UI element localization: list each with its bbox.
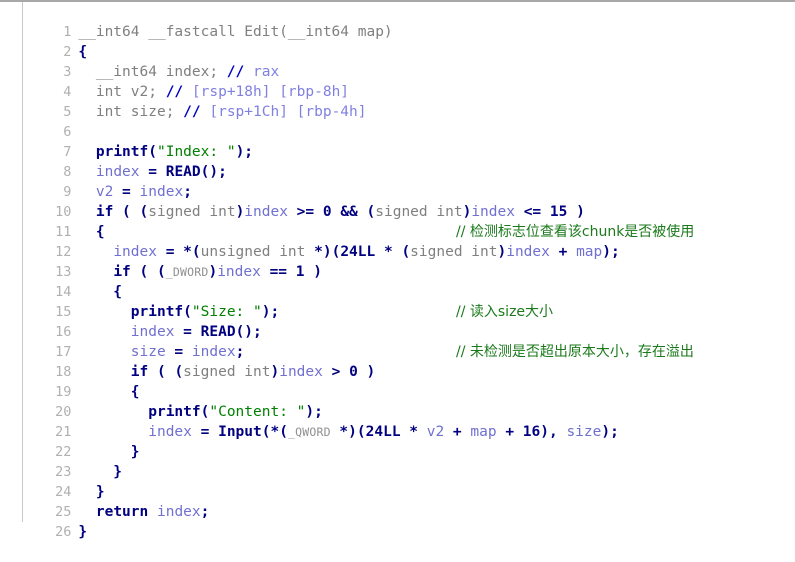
- code-line[interactable]: 10 if ( (signed int)index >= 0 && (signe…: [0, 182, 795, 220]
- pseudocode-view[interactable]: 1 __int64 __fastcall Edit(__int64 map) 2{…: [0, 0, 795, 540]
- code-line[interactable]: 8 index = READ();: [0, 142, 795, 180]
- code-line[interactable]: 17 size = index;: [0, 322, 795, 360]
- user-comment-line16: // 读入size大小: [456, 304, 554, 320]
- code-line[interactable]: 2{: [0, 22, 795, 60]
- code-line[interactable]: 11 {: [0, 202, 795, 240]
- code-line[interactable]: 23 }: [0, 442, 795, 480]
- user-comment-line18: // 未检测是否超出原本大小，存在溢出: [456, 344, 694, 360]
- code-line[interactable]: 16 index = READ(); // 读入size大小: [0, 302, 795, 340]
- code-line[interactable]: 14 {: [0, 262, 795, 300]
- code-line[interactable]: 22 }: [0, 422, 795, 460]
- code-line[interactable]: 15 printf("Size: ");: [0, 282, 795, 320]
- code-line[interactable]: 18 if ( (signed int)index > 0 ) // 未检测是否…: [0, 342, 795, 380]
- code-line[interactable]: 12 index = *(unsigned int *)(24LL * (sig…: [0, 222, 795, 260]
- code-line-list: 1 __int64 __fastcall Edit(__int64 map) 2{…: [0, 2, 795, 540]
- token-brace: }: [78, 524, 88, 540]
- code-line[interactable]: 19 {: [0, 362, 795, 400]
- code-line[interactable]: 6: [0, 102, 795, 140]
- code-line[interactable]: 20 printf("Content: ");: [0, 382, 795, 420]
- line-number: 26: [55, 524, 72, 540]
- code-line[interactable]: 3 __int64 index; // rax: [0, 42, 795, 80]
- code-line[interactable]: 25 return index;: [0, 482, 795, 520]
- code-line[interactable]: 7 printf("Index: ");: [0, 122, 795, 160]
- code-line[interactable]: 24 }: [0, 462, 795, 500]
- code-line[interactable]: 21 index = Input(*(_QWORD *)(24LL * v2 +…: [0, 402, 795, 440]
- code-line[interactable]: 9 v2 = index;: [0, 162, 795, 200]
- user-comment-line13: // 检测标志位查看该chunk是否被使用: [456, 224, 695, 240]
- code-line[interactable]: 4 int v2; // [rsp+18h] [rbp-8h]: [0, 62, 795, 100]
- code-line[interactable]: 1 __int64 __fastcall Edit(__int64 map): [0, 2, 795, 40]
- line-content: }: [74, 522, 87, 542]
- code-line[interactable]: 13 if ( (_DWORD)index == 1 ): [0, 242, 795, 280]
- code-line[interactable]: 26}: [0, 502, 795, 540]
- code-line[interactable]: 5 int size; // [rsp+1Ch] [rbp-4h]: [0, 82, 795, 120]
